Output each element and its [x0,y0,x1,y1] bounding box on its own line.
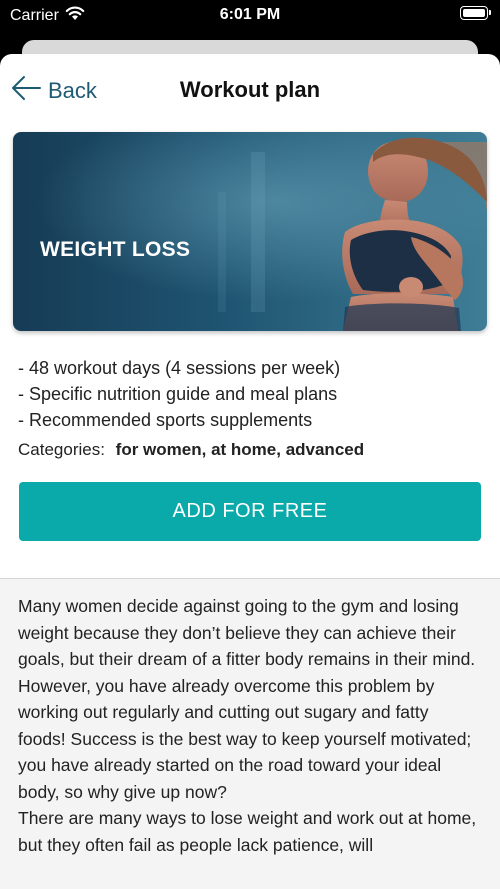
status-bar: Carrier 6:01 PM [0,0,500,32]
hero-photo [13,132,487,331]
feature-item: - Recommended sports supplements [18,410,313,430]
workout-plan-sheet: Back Workout plan WEIGHT LOSS - 48 worko… [0,54,500,889]
feature-item: - Specific nutrition guide and meal plan… [18,384,338,404]
add-for-free-button[interactable]: ADD FOR FREE [19,482,481,541]
navigation-bar: Back Workout plan [0,54,500,128]
categories-row: Categories: for women, at home, advanced [18,440,364,460]
feature-item: - 48 workout days (4 sessions per week) [18,358,341,378]
page-title: Workout plan [179,77,321,102]
plan-description: Many women decide against going to the g… [0,579,500,889]
categories-value: for women, at home, advanced [115,440,365,459]
features-list: - 48 workout days (4 sessions per week) … [18,355,340,433]
battery-icon [460,6,491,20]
categories-label: Categories: [18,440,105,459]
status-time: 6:01 PM [219,6,281,23]
plan-hero-image: WEIGHT LOSS [13,132,487,331]
description-paragraph: There are many ways to lose weight and w… [18,808,477,855]
description-paragraph: Many women decide against going to the g… [18,596,476,802]
plan-title: WEIGHT LOSS [40,238,191,261]
